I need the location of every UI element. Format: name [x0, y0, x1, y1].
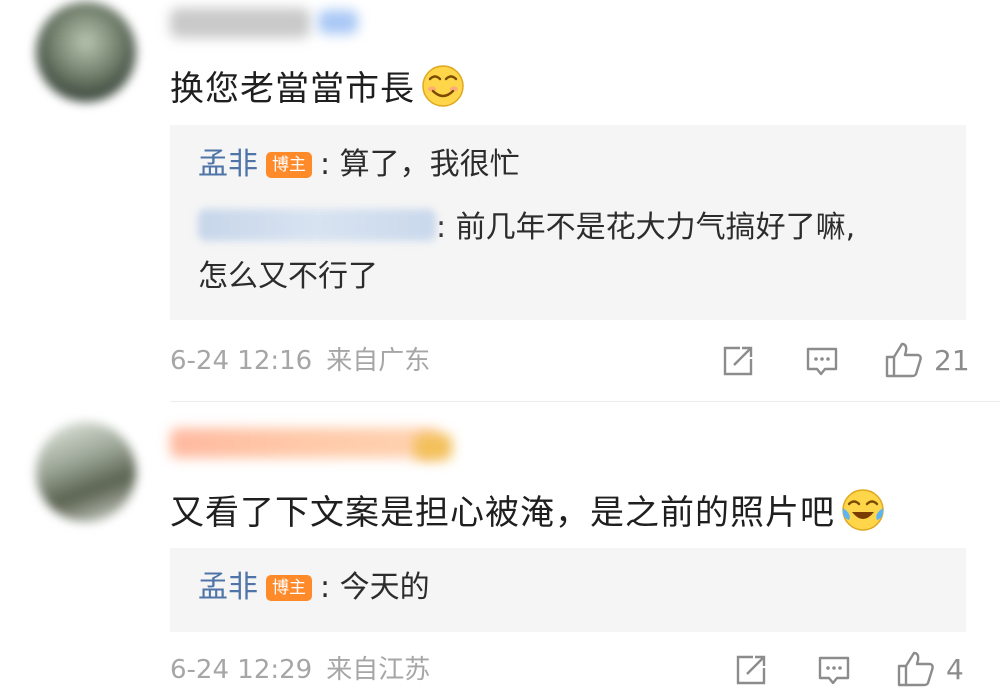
like-count: 21: [934, 343, 970, 377]
comment-date: 6-24 12:29: [170, 655, 313, 685]
comment-location: 来自广东: [326, 346, 431, 376]
reply-item: 孟非 博主: 今天的: [198, 570, 430, 606]
reply-text: 前几年不是花大力气搞好了嘛,: [455, 210, 856, 245]
reply-box[interactable]: 孟非 博主: 今天的: [170, 548, 966, 632]
reply-button[interactable]: [804, 341, 840, 381]
reply-separator: :: [320, 570, 331, 605]
comment-item: 又看了下文案是担心被淹，是之前的照片吧 孟非 博主: 今天的 6-24 12:29…: [0, 402, 1000, 696]
username-blurred[interactable]: [170, 8, 310, 38]
reply-item: 孟非 博主: 算了，我很忙: [198, 147, 520, 183]
reply-text-continuation: 怎么又不行了: [198, 259, 378, 294]
like-count: 4: [946, 652, 964, 686]
avatar[interactable]: [36, 422, 136, 522]
share-icon: [723, 346, 753, 376]
user-badge-blurred: [318, 10, 358, 34]
comment-icon: [806, 347, 838, 376]
comment-location: 来自江苏: [326, 655, 431, 685]
comment-text: 换您老當當市長: [170, 64, 465, 109]
comment-text: 又看了下文案是担心被淹，是之前的照片吧: [170, 488, 885, 533]
reply-author-blurred[interactable]: [198, 209, 436, 241]
author-badge: 博主: [266, 152, 312, 178]
reply-item: : 前几年不是花大力气搞好了嘛,: [198, 209, 855, 246]
comment-date: 6-24 12:16: [170, 346, 313, 376]
like-button[interactable]: 21: [884, 340, 970, 380]
reply-box[interactable]: 孟非 博主: 算了，我很忙 : 前几年不是花大力气搞好了嘛, 怎么又不行了: [170, 125, 966, 320]
share-button[interactable]: [720, 341, 756, 381]
comment-meta: 6-24 12:29 来自江苏: [170, 655, 444, 685]
reply-text: 算了，我很忙: [339, 147, 520, 182]
comment-item: 换您老當當市長 孟非 博主: 算了，我很忙 : 前几年不是花大力气搞好了嘛, 怎么…: [0, 0, 1000, 400]
laugh-cry-emoji-icon: [842, 489, 884, 531]
reply-text: 今天的: [339, 570, 430, 605]
author-badge: 博主: [266, 575, 312, 601]
share-icon: [736, 655, 766, 685]
like-button[interactable]: 4: [896, 649, 964, 689]
grin-emoji-icon: [422, 65, 464, 107]
thumbs-up-icon: [885, 342, 922, 378]
reply-author[interactable]: 孟非: [198, 570, 258, 605]
comment-icon: [818, 656, 850, 685]
share-button[interactable]: [733, 650, 769, 690]
reply-button[interactable]: [816, 650, 852, 690]
comment-meta: 6-24 12:16 来自广东: [170, 346, 444, 376]
reply-separator: :: [320, 147, 331, 182]
user-badge-blurred: [414, 434, 452, 460]
avatar[interactable]: [36, 2, 136, 102]
username-blurred[interactable]: [170, 428, 440, 458]
reply-separator: :: [436, 210, 447, 245]
reply-author[interactable]: 孟非: [198, 147, 258, 182]
thumbs-up-icon: [897, 651, 934, 687]
